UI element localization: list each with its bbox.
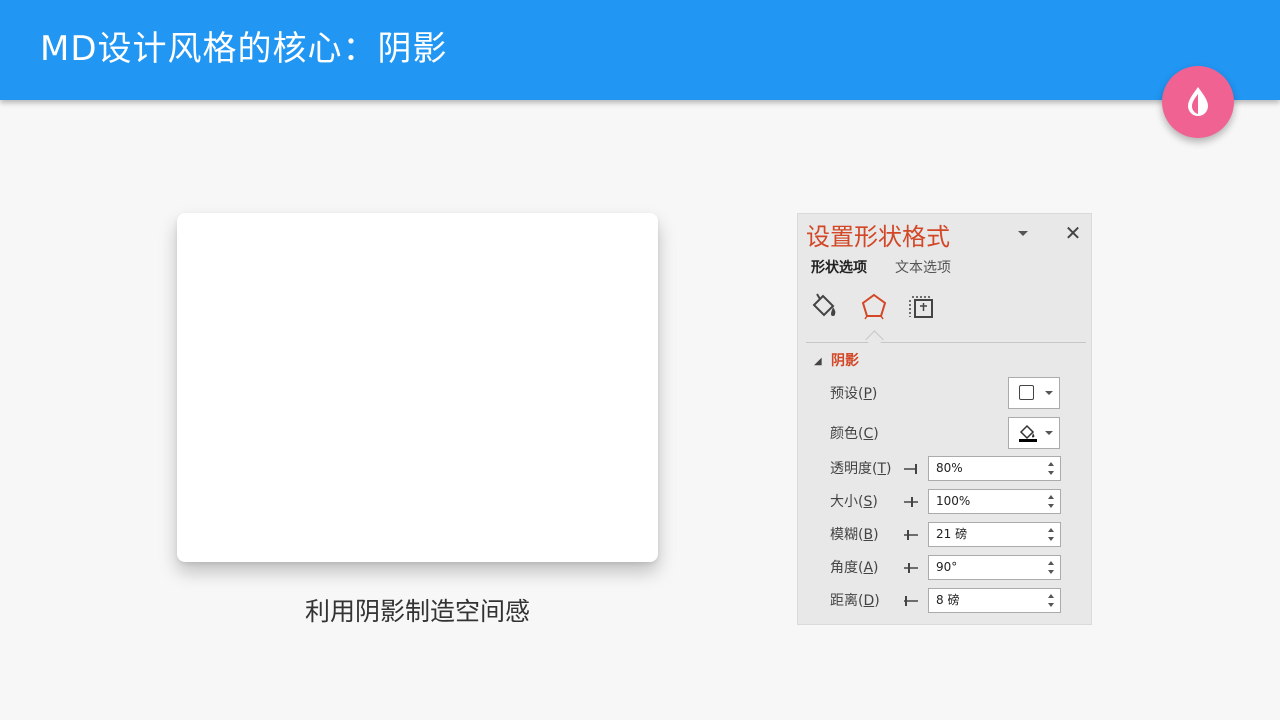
angle-input[interactable]: 90° [928, 555, 1061, 580]
size-label: 大小(S) [830, 494, 878, 510]
slider-handle-icon[interactable] [903, 528, 919, 542]
chevron-down-icon [1018, 231, 1028, 236]
slider-handle-icon[interactable] [903, 495, 919, 509]
collapse-triangle-icon[interactable]: ◢ [814, 355, 822, 369]
spin-up-icon[interactable] [1048, 462, 1054, 466]
spin-down-icon[interactable] [1048, 570, 1054, 574]
shadow-card [177, 213, 658, 562]
chevron-down-icon [1045, 431, 1053, 435]
fab-button[interactable] [1162, 66, 1234, 138]
spin-down-icon[interactable] [1048, 504, 1054, 508]
blur-label: 模糊(B) [830, 527, 879, 543]
preset-label: 预设(P) [830, 386, 878, 402]
blur-value: 21 磅 [936, 527, 968, 541]
title-bar: MD设计风格的核心：阴影 [0, 0, 1280, 100]
blur-input[interactable]: 21 磅 [928, 522, 1061, 547]
spin-down-icon[interactable] [1048, 603, 1054, 607]
transparency-input[interactable]: 80% [928, 456, 1061, 481]
section-shadow-title[interactable]: 阴影 [831, 351, 859, 371]
spin-up-icon[interactable] [1048, 561, 1054, 565]
slider-handle-icon[interactable] [903, 561, 919, 575]
shadow-preset-icon [1019, 385, 1034, 400]
close-icon: ✕ [1064, 221, 1082, 245]
transparency-label: 透明度(T) [830, 461, 892, 477]
panel-title: 设置形状格式 [806, 223, 950, 251]
angle-value: 90° [936, 560, 958, 574]
panel-divider [806, 342, 1086, 343]
spin-down-icon[interactable] [1048, 471, 1054, 475]
water-drop-icon [1188, 87, 1208, 116]
color-dropdown[interactable] [1008, 417, 1060, 449]
distance-input[interactable]: 8 磅 [928, 588, 1061, 613]
slider-handle-icon[interactable] [903, 594, 919, 608]
preset-dropdown[interactable] [1008, 377, 1060, 409]
page-title: MD设计风格的核心：阴影 [40, 29, 448, 69]
paint-bucket-icon [1019, 424, 1037, 442]
active-category-pointer [865, 330, 884, 349]
spin-down-icon[interactable] [1048, 537, 1054, 541]
card-caption: 利用阴影制造空间感 [304, 597, 530, 626]
format-shape-panel: 设置形状格式 ✕ 形状选项 文本选项 ◢ 阴影 预设(P) 颜色(C) 透明度(… [797, 213, 1092, 625]
distance-value: 8 磅 [936, 593, 960, 607]
transparency-value: 80% [936, 461, 963, 475]
size-properties-icon[interactable] [907, 291, 937, 321]
close-button[interactable]: ✕ [1064, 221, 1082, 245]
panel-options-dropdown[interactable] [1016, 228, 1030, 240]
tab-text-options[interactable]: 文本选项 [895, 258, 951, 278]
distance-label: 距离(D) [830, 593, 880, 609]
size-value: 100% [936, 494, 971, 508]
pentagon-effects-icon[interactable] [859, 291, 889, 321]
size-input[interactable]: 100% [928, 489, 1061, 514]
chevron-down-icon [1045, 391, 1053, 395]
spin-up-icon[interactable] [1048, 528, 1054, 532]
fill-line-icon[interactable] [810, 291, 840, 321]
spin-up-icon[interactable] [1048, 495, 1054, 499]
angle-label: 角度(A) [830, 560, 879, 576]
slider-handle-icon[interactable] [903, 462, 919, 476]
color-label: 颜色(C) [830, 426, 879, 442]
spin-up-icon[interactable] [1048, 594, 1054, 598]
tab-shape-options[interactable]: 形状选项 [811, 258, 867, 278]
